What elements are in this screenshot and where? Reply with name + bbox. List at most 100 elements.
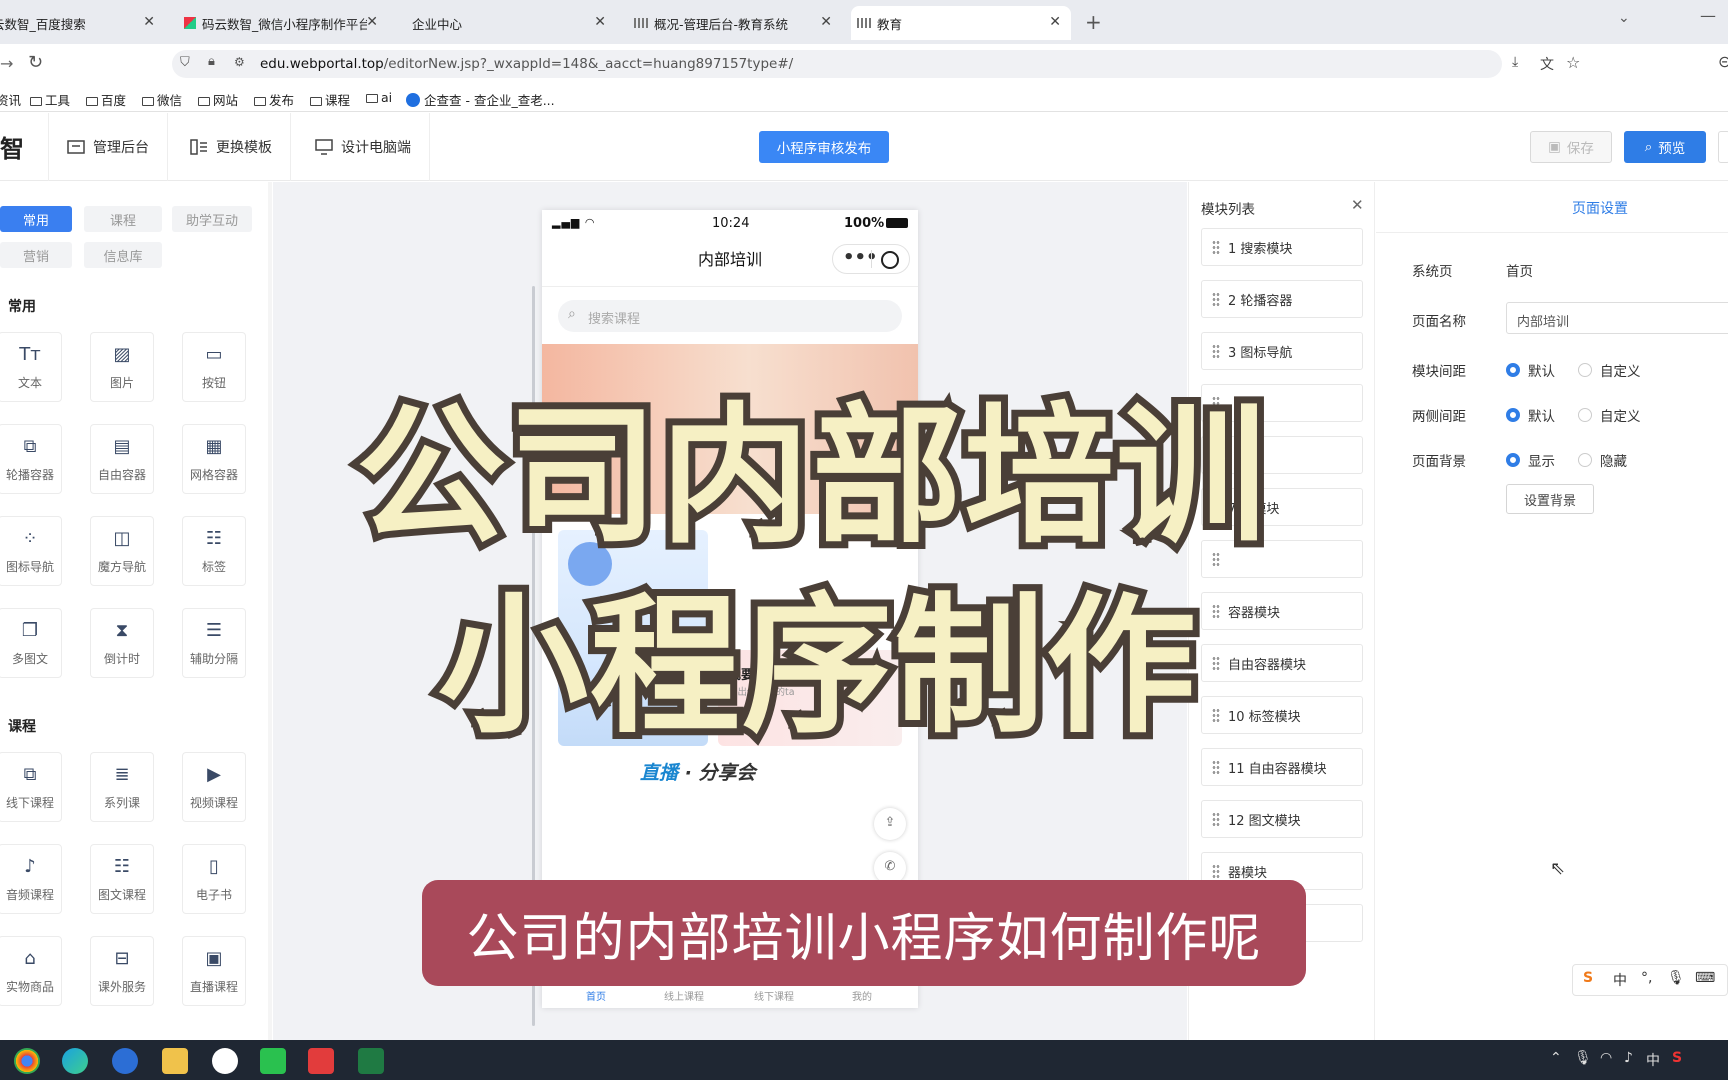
nav-mine[interactable]: 我的 (852, 988, 872, 1003)
radio-side-gap-default[interactable]: 默认 (1506, 405, 1555, 425)
ime-tray-lang[interactable]: 中 (1646, 1050, 1660, 1070)
component-tile[interactable]: Tт 文本 (0, 332, 62, 402)
module-item[interactable]: 12 图文模块 (1201, 800, 1363, 838)
component-tile[interactable]: ▣ 直播课程 (182, 936, 246, 1006)
reload-icon[interactable]: ↻ (28, 52, 43, 73)
component-tile[interactable]: ▭ 按钮 (182, 332, 246, 402)
drag-handle-icon[interactable] (1212, 864, 1220, 878)
capsule-menu[interactable]: ••• (832, 244, 910, 274)
bookmark-item[interactable]: 发布 (254, 90, 294, 109)
tab-course[interactable]: 课程 (84, 206, 162, 232)
mic-icon[interactable]: 🎙︎ (1667, 970, 1685, 986)
module-item[interactable]: 11 自由容器模块 (1201, 748, 1363, 786)
more-button[interactable] (1718, 131, 1728, 163)
wechat-icon[interactable] (260, 1048, 286, 1074)
nav-desktop[interactable]: 设计电脑端 (297, 113, 430, 181)
browser-tab[interactable]: 码云数智_微信小程序制作平台 ✕ (178, 6, 388, 40)
module-item[interactable]: 10 标签模块 (1201, 696, 1363, 734)
bookmark-item[interactable]: ai (366, 90, 392, 105)
drag-handle-icon[interactable] (1212, 604, 1220, 618)
component-tile[interactable]: ⌂ 实物商品 (0, 936, 62, 1006)
publish-button[interactable]: 小程序审核发布 (759, 131, 889, 163)
component-tile[interactable]: ⧗ 倒计时 (90, 608, 154, 678)
close-icon[interactable]: ✕ (820, 14, 832, 30)
mic-tray-icon[interactable]: 🎙︎ (1574, 1050, 1592, 1066)
new-tab-icon[interactable]: + (1085, 10, 1102, 34)
component-tile[interactable]: ▤ 自由容器 (90, 424, 154, 494)
close-mini-icon[interactable] (881, 251, 899, 269)
radio-module-gap-custom[interactable]: 自定义 (1578, 360, 1641, 380)
browser-tab[interactable]: 云数智_百度搜索 ✕ (0, 6, 165, 40)
tab-interaction[interactable]: 助学互动 (172, 206, 252, 232)
bookmark-item[interactable]: 企查查 - 查企业_查老... (406, 90, 555, 109)
component-tile[interactable]: ⊟ 课外服务 (90, 936, 154, 1006)
sogou-tray-icon[interactable]: S (1672, 1050, 1682, 1066)
lock-icon[interactable]: 🔒︎ (208, 54, 215, 69)
volume-icon[interactable]: ♪ (1624, 1050, 1633, 1066)
translate-icon[interactable]: 文 (1540, 54, 1554, 74)
drag-handle-icon[interactable] (1212, 708, 1220, 722)
search-input[interactable]: ⌕ 搜索课程 (558, 300, 902, 332)
close-icon[interactable]: ✕ (1049, 14, 1061, 30)
app-icon[interactable] (308, 1048, 334, 1074)
chrome-icon[interactable] (14, 1048, 40, 1074)
component-tile[interactable]: ⧉ 线下课程 (0, 752, 62, 822)
radio-side-gap-custom[interactable]: 自定义 (1578, 405, 1641, 425)
bookmark-item[interactable]: 资讯 (0, 90, 21, 109)
module-item[interactable]: 2 轮播容器 (1201, 280, 1363, 318)
bookmark-item[interactable]: 课程 (310, 90, 350, 109)
nav-template[interactable]: 更换模板 (172, 113, 291, 181)
drag-handle-icon[interactable] (1212, 760, 1220, 774)
radio-bg-hide[interactable]: 隐藏 (1578, 450, 1627, 470)
radio-module-gap-default[interactable]: 默认 (1506, 360, 1555, 380)
module-item[interactable]: 自由容器模块 (1201, 644, 1363, 682)
component-tile[interactable]: ☷ 标签 (182, 516, 246, 586)
wifi-icon[interactable]: ◠ (1600, 1050, 1612, 1066)
keyboard-icon[interactable]: ⌨ (1695, 970, 1715, 986)
component-tile[interactable]: ◫ 魔方导航 (90, 516, 154, 586)
site-settings-icon[interactable]: ⚙ (234, 55, 245, 69)
component-tile[interactable]: ☷ 图文课程 (90, 844, 154, 914)
drag-handle-icon[interactable] (1212, 240, 1220, 254)
bookmark-item[interactable]: 网站 (198, 90, 238, 109)
excel-icon[interactable] (358, 1048, 384, 1074)
nav-home[interactable]: 首页 (586, 988, 606, 1003)
close-icon[interactable]: ✕ (594, 14, 606, 30)
bookmark-item[interactable]: 微信 (142, 90, 182, 109)
minimize-icon[interactable]: — (1700, 6, 1716, 25)
module-item[interactable]: 1 搜索模块 (1201, 228, 1363, 266)
component-tile[interactable]: ⁘ 图标导航 (0, 516, 62, 586)
shield-icon[interactable]: ⛉ (180, 55, 190, 70)
forward-icon[interactable]: → (0, 54, 13, 73)
browser-tab-active[interactable]: 教育 ✕ (851, 6, 1071, 40)
component-tile[interactable]: ❐ 多图文 (0, 608, 62, 678)
share-icon[interactable]: ⇪ (874, 808, 906, 840)
install-icon[interactable]: ⤓ (1512, 54, 1518, 70)
bookmark-item[interactable]: 工具 (30, 90, 70, 109)
preview-button[interactable]: ⌕ 预览 (1624, 131, 1706, 163)
tab-info[interactable]: 信息库 (84, 242, 162, 268)
nav-offline[interactable]: 线下课程 (754, 988, 794, 1003)
close-icon[interactable]: ✕ (366, 14, 378, 30)
radio-bg-show[interactable]: 显示 (1506, 450, 1555, 470)
component-tile[interactable]: ≣ 系列课 (90, 752, 154, 822)
component-tile[interactable]: ♪ 音频课程 (0, 844, 62, 914)
punct-icon[interactable]: °, (1641, 970, 1652, 986)
folder-icon[interactable] (162, 1048, 188, 1074)
panel-scrollbar[interactable] (268, 182, 272, 1040)
qq-icon[interactable] (212, 1048, 238, 1074)
bookmark-item[interactable]: 百度 (86, 90, 126, 109)
tab-marketing[interactable]: 营销 (0, 242, 72, 268)
tray-chevron-icon[interactable]: ⌃ (1550, 1050, 1562, 1066)
component-tile[interactable]: ⧉ 轮播容器 (0, 424, 62, 494)
extension-icon[interactable]: ⊝ (1718, 52, 1728, 71)
ime-toolbar[interactable]: S 中 °, 🎙︎ ⌨ (1572, 964, 1728, 996)
drag-handle-icon[interactable] (1212, 812, 1220, 826)
drag-handle-icon[interactable] (1212, 292, 1220, 306)
nav-admin[interactable]: 管理后台 (48, 113, 168, 181)
nav-online[interactable]: 线上课程 (664, 988, 704, 1003)
close-icon[interactable]: ✕ (143, 14, 155, 30)
star-icon[interactable]: ☆ (1566, 53, 1580, 72)
chevron-down-icon[interactable]: ⌄ (1618, 10, 1630, 26)
tab-page-settings[interactable]: 页面设置 (1572, 198, 1628, 218)
